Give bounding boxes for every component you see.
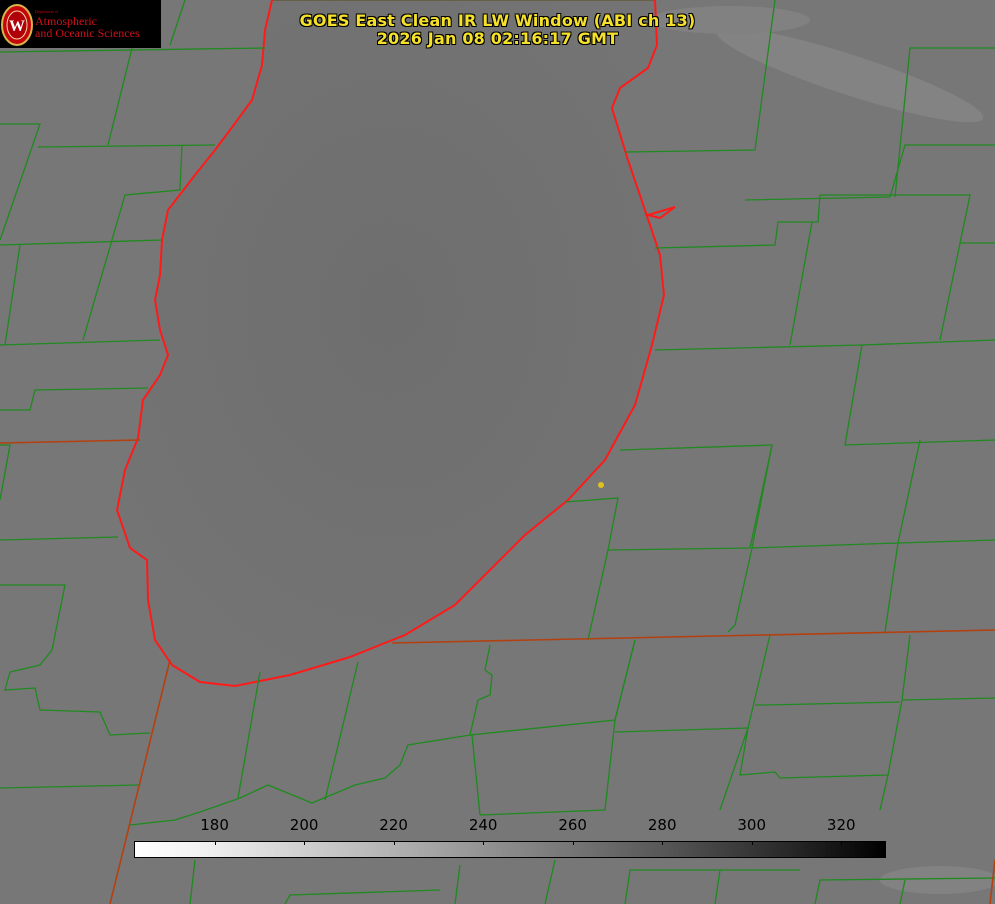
colorbar-tick-label: 300 bbox=[737, 816, 767, 834]
colorbar-tick-label: 200 bbox=[289, 816, 319, 834]
colorbar-tick-mark bbox=[393, 841, 395, 845]
colorbar-tick-label: 280 bbox=[647, 816, 677, 834]
uw-crest-icon: W bbox=[1, 4, 33, 46]
temperature-colorbar: 180 200 220 240 260 280 300 320 bbox=[0, 810, 995, 870]
colorbar-tick-label: 220 bbox=[379, 816, 408, 834]
colorbar-tick-mark bbox=[662, 841, 664, 845]
colorbar-tick-mark bbox=[214, 841, 216, 845]
aos-logo: W Department of Atmospheric and Oceanic … bbox=[0, 0, 161, 48]
colorbar-gradient bbox=[134, 841, 886, 858]
colorbar-tick-mark bbox=[751, 841, 753, 845]
location-marker bbox=[598, 482, 604, 488]
colorbar-tick-label: 180 bbox=[200, 816, 229, 834]
logo-line-2: and Oceanic Sciences bbox=[35, 26, 140, 40]
colorbar-tick-label: 240 bbox=[468, 816, 498, 834]
colorbar-tick-label: 260 bbox=[558, 816, 587, 834]
satellite-image: GOES East Clean IR LW Window (ABI ch 13)… bbox=[0, 0, 995, 904]
colorbar-tick-mark bbox=[841, 841, 843, 845]
colorbar-tick-label: 320 bbox=[826, 816, 856, 834]
colorbar-tick-mark bbox=[304, 841, 306, 845]
crest-letter: W bbox=[9, 18, 25, 35]
colorbar-tick-mark bbox=[483, 841, 485, 845]
colorbar-tick-mark bbox=[572, 841, 574, 845]
map-layer bbox=[0, 0, 995, 904]
